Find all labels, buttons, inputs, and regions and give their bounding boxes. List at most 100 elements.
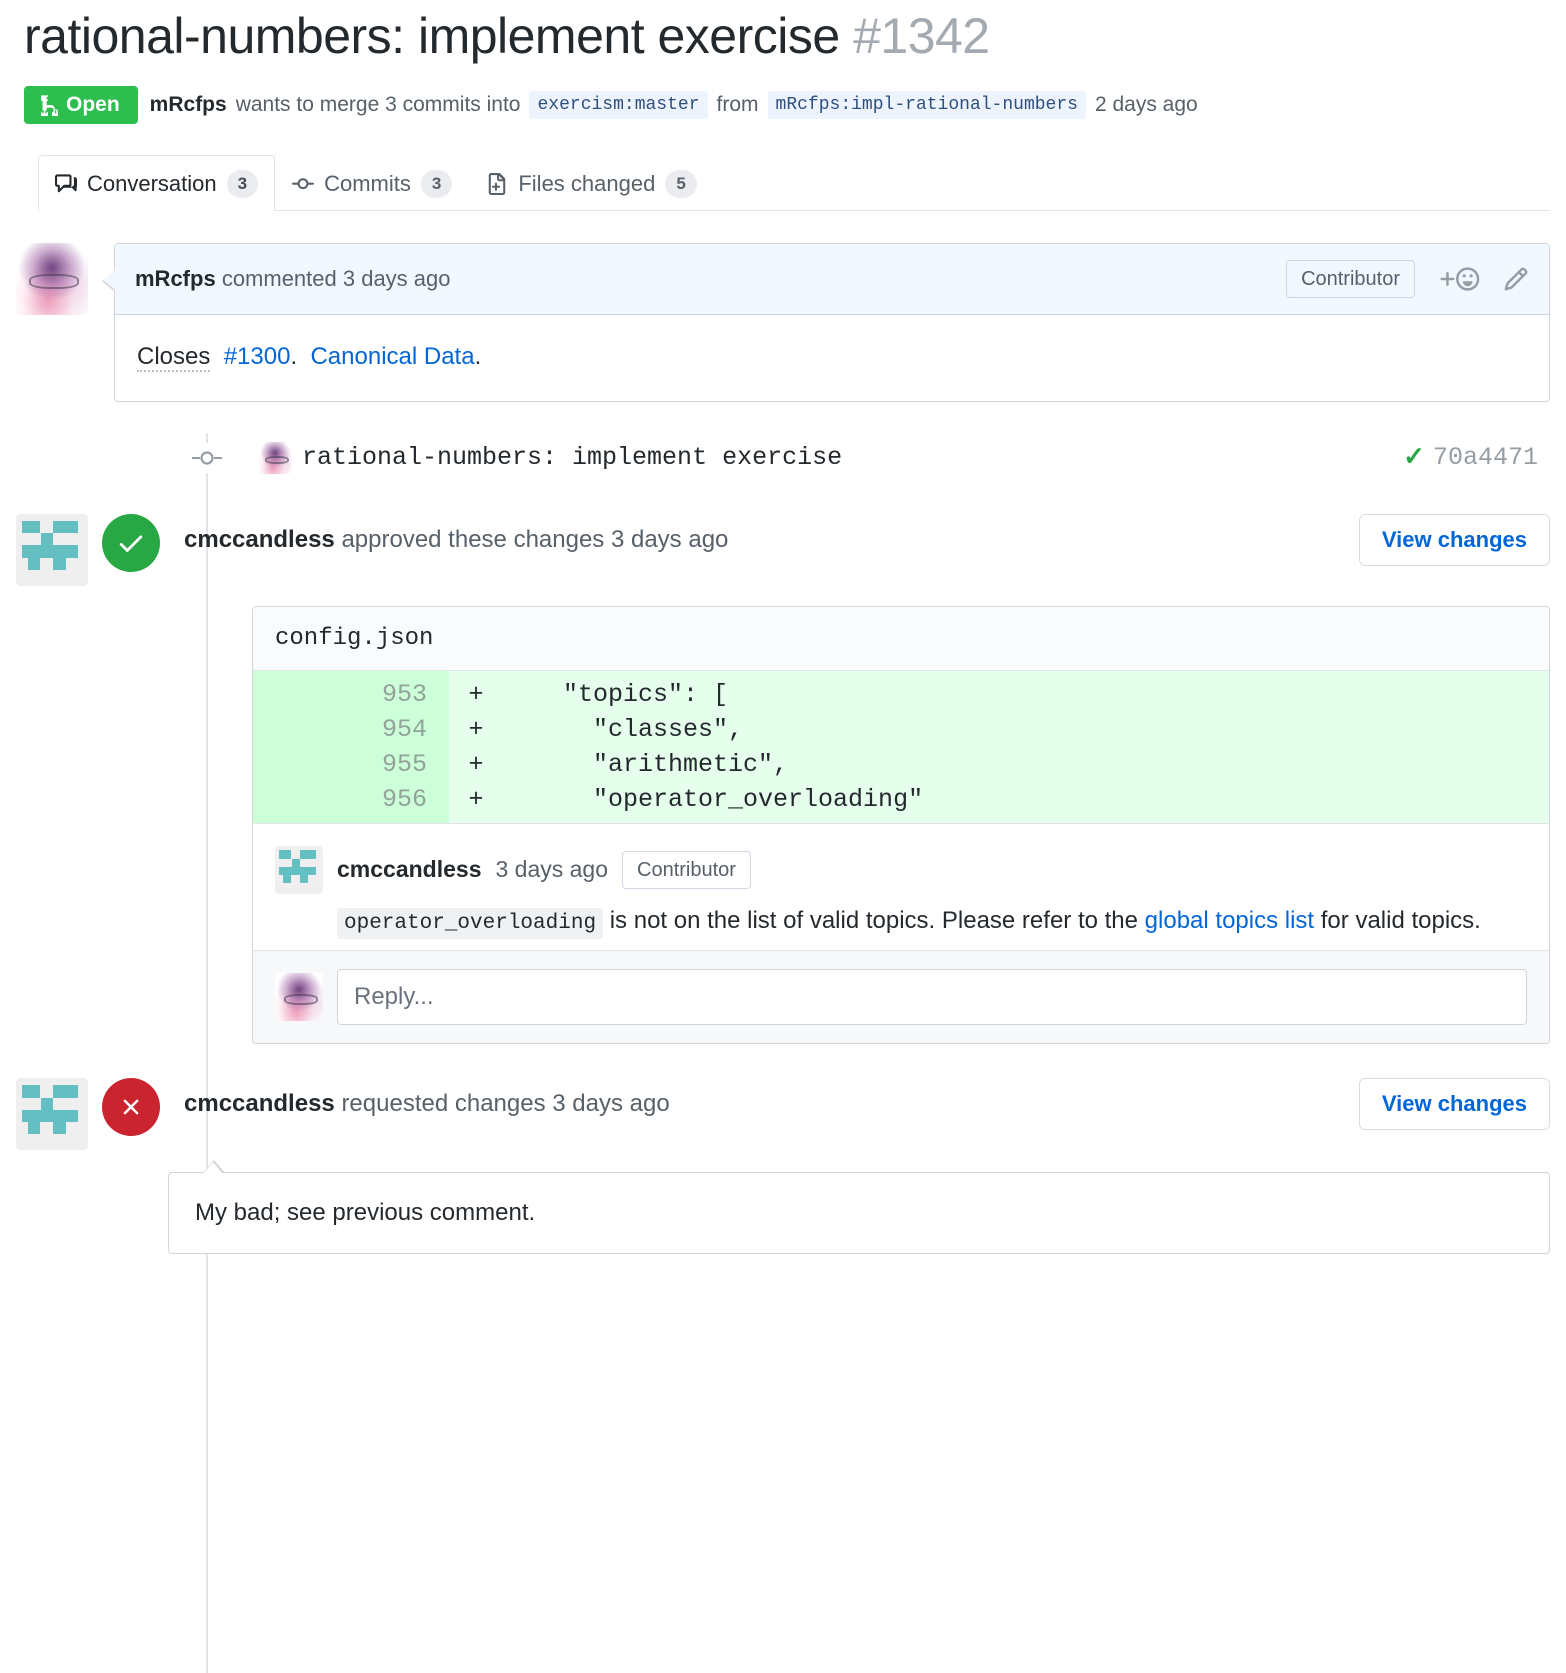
- pull-request-icon: [38, 94, 58, 116]
- tab-commits-label: Commits: [324, 171, 411, 197]
- diff-line-row: 953 + "topics": [: [253, 671, 1549, 712]
- view-changes-button[interactable]: View changes: [1359, 1078, 1550, 1130]
- pr-author[interactable]: mRcfps: [150, 93, 227, 117]
- body-separator: .: [290, 343, 297, 370]
- diff-line-sign: +: [449, 782, 503, 823]
- tab-files-changed[interactable]: Files changed 5: [469, 155, 713, 211]
- inline-review-comment: cmccandless 3 days ago Contributor opera…: [253, 823, 1549, 951]
- pr-number: #1342: [853, 8, 990, 64]
- issue-link[interactable]: #1300: [224, 343, 291, 370]
- tab-conversation-label: Conversation: [87, 171, 217, 197]
- review-summary-comment: My bad; see previous comment.: [168, 1172, 1550, 1254]
- pr-tabs: Conversation 3 Commits 3 Files changed 5: [38, 154, 1550, 211]
- status-badge: Open: [24, 86, 138, 124]
- commit-status-and-sha: ✓ 70a4471: [1403, 442, 1538, 473]
- diff-line-row: 956 + "operator_overloading": [253, 782, 1549, 823]
- git-commit-node-icon: [192, 443, 222, 473]
- diff-line-code: "operator_overloading": [503, 782, 1549, 823]
- review-diff-container: config.json 953 + "topics": [ 954 + "cla…: [252, 606, 1550, 1045]
- review-requested-changes-text: cmccandless requested changes 3 days ago: [184, 1090, 670, 1118]
- tab-conversation-count: 3: [227, 170, 258, 198]
- reviewer-name[interactable]: cmccandless: [184, 1090, 335, 1117]
- diff-table: 953 + "topics": [ 954 + "classes", 955 +…: [253, 671, 1549, 823]
- commit-row: rational-numbers: implement exercise ✓ 7…: [16, 428, 1550, 488]
- pull-request-page: rational-numbers: implement exercise #13…: [0, 8, 1566, 1254]
- pr-title-text: rational-numbers: implement exercise: [24, 8, 840, 64]
- head-branch-chip[interactable]: mRcfps:impl-rational-numbers: [768, 91, 1086, 119]
- comment-discussion-icon: [55, 173, 77, 195]
- pr-timestamp: 2 days ago: [1095, 93, 1198, 117]
- git-commit-icon: [292, 173, 314, 195]
- diff-line-number: 954: [253, 712, 449, 747]
- role-badge: Contributor: [622, 851, 751, 889]
- pencil-icon[interactable]: [1503, 266, 1529, 292]
- commit-author-avatar[interactable]: [259, 442, 291, 474]
- diff-line-number: 955: [253, 747, 449, 782]
- comment-action: commented 3 days ago: [222, 266, 451, 292]
- check-icon: ✓: [1403, 442, 1425, 473]
- commit-message[interactable]: rational-numbers: implement exercise: [302, 443, 842, 472]
- diff-line-code: "classes",: [503, 712, 1549, 747]
- review-requested-changes-row: cmccandless requested changes 3 days ago…: [16, 1078, 1550, 1150]
- diff-line-code: "arithmetic",: [503, 747, 1549, 782]
- tab-files-changed-label: Files changed: [518, 171, 655, 197]
- base-branch-chip[interactable]: exercism:master: [529, 91, 707, 119]
- diff-line-sign: +: [449, 712, 503, 747]
- comment-container: mRcfps commented 3 days ago Contributor: [114, 243, 1550, 402]
- tab-commits[interactable]: Commits 3: [275, 155, 469, 211]
- reply-input[interactable]: [337, 969, 1527, 1025]
- avatar[interactable]: [16, 514, 88, 586]
- comment-row: mRcfps commented 3 days ago Contributor: [16, 243, 1550, 402]
- view-changes-button[interactable]: View changes: [1359, 514, 1550, 566]
- diff-line-number: 956: [253, 782, 449, 823]
- inline-comment-text-1: is not on the list of valid topics. Plea…: [603, 907, 1145, 934]
- status-badge-label: Open: [66, 94, 120, 115]
- x-circle-icon: [102, 1078, 160, 1136]
- merge-text-2: from: [717, 93, 759, 117]
- avatar[interactable]: [16, 1078, 88, 1150]
- diff-line-code: "topics": [: [503, 671, 1549, 712]
- pr-subhead: Open mRcfps wants to merge 3 commits int…: [24, 86, 1550, 124]
- diff-line-row: 954 + "classes",: [253, 712, 1549, 747]
- comment-header: mRcfps commented 3 days ago Contributor: [115, 244, 1549, 315]
- review-approved-row: cmccandless approved these changes 3 day…: [16, 514, 1550, 586]
- check-circle-icon: [102, 514, 160, 572]
- comment-body: Closes #1300. Canonical Data.: [115, 315, 1549, 401]
- diff-line-sign: +: [449, 671, 503, 712]
- page-title: rational-numbers: implement exercise #13…: [24, 8, 1550, 66]
- tab-conversation[interactable]: Conversation 3: [38, 155, 275, 211]
- file-diff-icon: [486, 173, 508, 195]
- inline-comment-text-2: for valid topics.: [1314, 907, 1481, 934]
- tab-commits-count: 3: [421, 170, 452, 198]
- avatar[interactable]: [16, 243, 88, 315]
- reply-area: [253, 950, 1549, 1043]
- reviewer-name[interactable]: cmccandless: [184, 526, 335, 553]
- canonical-data-link[interactable]: Canonical Data: [310, 343, 474, 370]
- diff-line-row: 955 + "arithmetic",: [253, 747, 1549, 782]
- comment-author[interactable]: mRcfps: [135, 266, 216, 292]
- review-approved-action: approved these changes 3 days ago: [341, 526, 728, 553]
- add-reaction-icon[interactable]: [1437, 266, 1481, 292]
- inline-code-token: operator_overloading: [337, 908, 603, 939]
- timeline-rail: [206, 433, 208, 1673]
- global-topics-list-link[interactable]: global topics list: [1145, 907, 1314, 934]
- avatar: [275, 973, 323, 1021]
- inline-comment-header: cmccandless 3 days ago Contributor: [275, 846, 1527, 894]
- pr-timeline: mRcfps commented 3 days ago Contributor: [16, 243, 1550, 1255]
- inline-comment-time: 3 days ago: [495, 856, 608, 883]
- comment-header-actions: Contributor: [1286, 260, 1529, 298]
- comment-box: mRcfps commented 3 days ago Contributor: [114, 243, 1550, 402]
- avatar[interactable]: [275, 846, 323, 894]
- diff-filename[interactable]: config.json: [253, 607, 1549, 671]
- review-summary-text: My bad; see previous comment.: [195, 1199, 535, 1226]
- inline-comment-text: operator_overloading is not on the list …: [337, 902, 1527, 941]
- role-badge: Contributor: [1286, 260, 1415, 298]
- merge-description: mRcfps wants to merge 3 commits into exe…: [150, 91, 1198, 119]
- review-approved-text: cmccandless approved these changes 3 day…: [184, 526, 728, 554]
- review-requested-changes-action: requested changes 3 days ago: [341, 1090, 669, 1117]
- inline-comment-author[interactable]: cmccandless: [337, 856, 481, 883]
- diff-line-sign: +: [449, 747, 503, 782]
- merge-text-1: wants to merge 3 commits into: [236, 93, 521, 117]
- tab-files-changed-count: 5: [665, 170, 696, 198]
- commit-sha[interactable]: 70a4471: [1433, 443, 1538, 472]
